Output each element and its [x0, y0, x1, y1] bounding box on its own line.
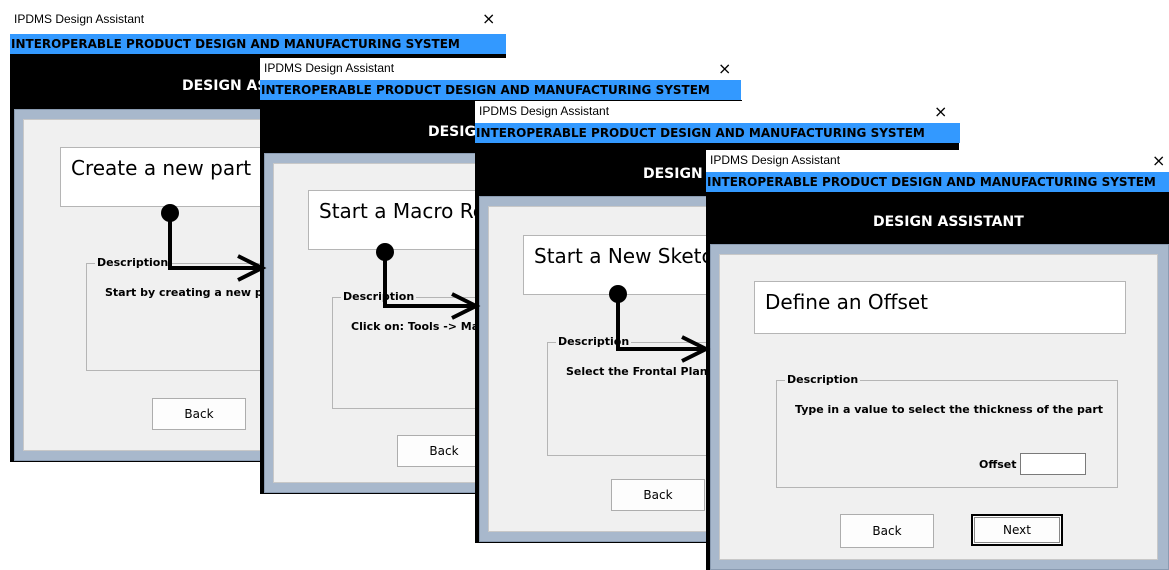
close-icon[interactable]: × [718, 58, 731, 80]
window-title: IPDMS Design Assistant [14, 12, 145, 26]
step-title: Define an Offset [765, 290, 929, 314]
design-assistant-window-4: IPDMS Design Assistant × INTEROPERABLE P… [706, 150, 1169, 570]
next-button[interactable]: Next [971, 514, 1063, 546]
description-text: Type in a value to select the thickness … [795, 403, 1104, 416]
system-banner: INTEROPERABLE PRODUCT DESIGN AND MANUFAC… [475, 123, 960, 143]
description-text: Start by creating a new part [105, 286, 281, 299]
offset-input[interactable] [1020, 453, 1086, 475]
system-banner: INTEROPERABLE PRODUCT DESIGN AND MANUFAC… [706, 172, 1169, 192]
description-label: Description [341, 290, 417, 303]
heading-design-assistant: DESIGN ASSISTANT [873, 214, 1024, 230]
offset-label: Offset [979, 458, 1017, 471]
description-label: Description [556, 335, 632, 348]
back-button[interactable]: Back [152, 398, 246, 430]
title-bar[interactable]: IPDMS Design Assistant × [706, 150, 1169, 174]
step-title-box: Define an Offset [754, 281, 1126, 334]
close-icon[interactable]: × [482, 8, 495, 30]
title-bar[interactable]: IPDMS Design Assistant × [475, 101, 959, 125]
window-title: IPDMS Design Assistant [479, 104, 610, 118]
window-title: IPDMS Design Assistant [264, 61, 395, 75]
description-group: Description Type in a value to select th… [776, 373, 1118, 488]
description-label: Description [785, 373, 861, 386]
back-button[interactable]: Back [611, 479, 705, 511]
close-icon[interactable]: × [1152, 150, 1165, 172]
back-button[interactable]: Back [840, 514, 934, 548]
description-label: Description [95, 256, 171, 269]
title-bar[interactable]: IPDMS Design Assistant × [10, 8, 506, 32]
system-banner: INTEROPERABLE PRODUCT DESIGN AND MANUFAC… [10, 34, 506, 54]
close-icon[interactable]: × [934, 101, 947, 123]
title-bar[interactable]: IPDMS Design Assistant × [260, 58, 742, 82]
system-banner: INTEROPERABLE PRODUCT DESIGN AND MANUFAC… [260, 80, 741, 100]
step-title: Start a New Sketch [534, 244, 726, 268]
window-title: IPDMS Design Assistant [710, 153, 841, 167]
step-title: Create a new part [71, 156, 252, 180]
